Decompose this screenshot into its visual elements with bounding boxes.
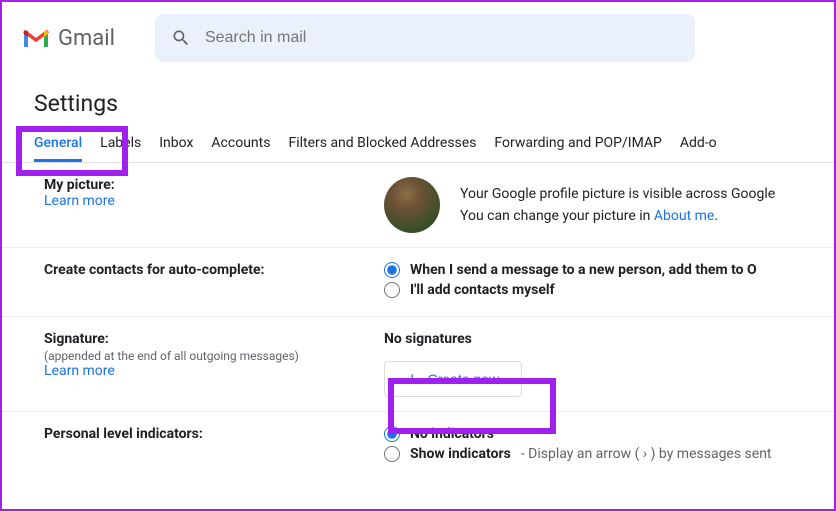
tab-general[interactable]: General [34, 135, 82, 162]
gmail-icon [22, 27, 50, 49]
search-icon [171, 28, 191, 48]
row-auto-complete: Create contacts for auto-complete: When … [2, 248, 834, 317]
no-signatures-text: No signatures [384, 331, 834, 347]
plus-icon: + [407, 370, 418, 388]
search-bar[interactable] [155, 14, 695, 62]
tab-forwarding[interactable]: Forwarding and POP/IMAP [494, 135, 661, 162]
row-my-picture: My picture: Learn more Your Google profi… [2, 163, 834, 248]
radio-no-indicators[interactable] [384, 426, 400, 442]
auto-complete-label: Create contacts for auto-complete: [44, 262, 384, 278]
signature-sub: (appended at the end of all outgoing mes… [44, 349, 384, 363]
radio-show-indicators-label: Show indicators [410, 446, 511, 462]
picture-desc-2a: You can change your picture in [460, 208, 654, 224]
avatar[interactable] [384, 177, 440, 233]
search-input[interactable] [205, 29, 679, 47]
signature-learn-more[interactable]: Learn more [44, 363, 384, 379]
my-picture-label: My picture: [44, 177, 384, 193]
about-me-link[interactable]: About me [654, 208, 714, 224]
indicators-label: Personal level indicators: [44, 426, 384, 442]
create-new-label: Create new [428, 371, 500, 387]
radio-no-indicators-label: No indicators [410, 426, 494, 442]
settings-tabs: General Labels Inbox Accounts Filters an… [2, 117, 834, 163]
radio-manual-add-label: I'll add contacts myself [410, 282, 555, 298]
tab-labels[interactable]: Labels [100, 135, 141, 162]
radio-show-indicators[interactable] [384, 446, 400, 462]
radio-auto-add[interactable] [384, 262, 400, 278]
row-signature: Signature: (appended at the end of all o… [2, 317, 834, 412]
my-picture-learn-more[interactable]: Learn more [44, 193, 384, 209]
tab-addons[interactable]: Add-o [680, 135, 717, 162]
page-title: Settings [2, 74, 834, 117]
radio-manual-add[interactable] [384, 282, 400, 298]
tab-accounts[interactable]: Accounts [211, 135, 270, 162]
tab-filters[interactable]: Filters and Blocked Addresses [288, 135, 476, 162]
tab-inbox[interactable]: Inbox [159, 135, 193, 162]
signature-label: Signature: [44, 331, 384, 347]
picture-desc-2b: . [714, 208, 718, 224]
radio-auto-add-label: When I send a message to a new person, a… [410, 262, 757, 278]
create-new-signature-button[interactable]: + Create new [384, 361, 522, 397]
logo-text: Gmail [58, 26, 115, 51]
show-indicators-extra: - Display an arrow ( › ) by messages sen… [521, 446, 772, 462]
row-indicators: Personal level indicators: No indicators… [2, 412, 834, 480]
gmail-logo[interactable]: Gmail [22, 26, 115, 51]
picture-desc-1: Your Google profile picture is visible a… [460, 186, 775, 202]
